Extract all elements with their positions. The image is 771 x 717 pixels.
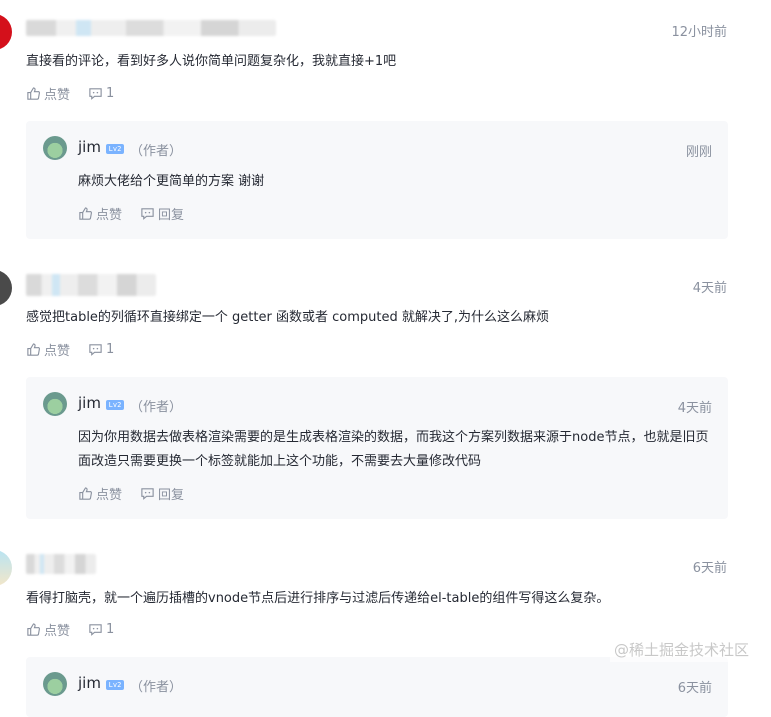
reply-button[interactable]: 回复 <box>140 484 184 503</box>
reply-box: jim Lv2 （作者） 4天前 因为你用数据去做表格渲染需要的是生成表格渲染的… <box>26 377 728 519</box>
comment-bubble-icon <box>141 208 154 220</box>
reply-username[interactable]: jim <box>78 138 101 156</box>
avatar[interactable] <box>0 550 12 586</box>
reply-button[interactable]: 回复 <box>140 204 184 223</box>
avatar[interactable] <box>0 14 12 50</box>
like-button[interactable]: 点赞 <box>26 340 70 359</box>
like-label: 点赞 <box>44 344 71 359</box>
level-badge: Lv2 <box>106 400 124 410</box>
thumbs-up-icon <box>27 623 40 636</box>
watermark: @稀土掘金技术社区 <box>609 637 753 662</box>
comment-2: 4天前 感觉把table的列循环直接绑定一个 getter 函数或者 compu… <box>0 256 771 526</box>
username-blurred[interactable] <box>26 554 96 574</box>
comment-count-button[interactable]: 1 <box>88 622 114 637</box>
reply-username[interactable]: jim <box>78 394 101 412</box>
reply-actions: 点赞 回复 <box>78 484 184 503</box>
avatar[interactable] <box>0 270 12 306</box>
comment-time: 4天前 <box>692 281 727 296</box>
thumbs-up-icon <box>27 87 40 100</box>
comment-bubble-icon <box>89 344 102 356</box>
like-button[interactable]: 点赞 <box>78 204 122 223</box>
reply-actions: 点赞 回复 <box>78 204 184 223</box>
username-blurred[interactable] <box>26 274 156 296</box>
reply-label: 回复 <box>158 488 185 503</box>
username-blurred[interactable] <box>26 20 276 36</box>
comment-actions: 点赞 1 <box>26 340 114 359</box>
comment-count-button[interactable]: 1 <box>88 342 114 357</box>
comment-time: 6天前 <box>692 561 727 576</box>
reply-text: 因为你用数据去做表格渲染需要的是生成表格渲染的数据，而我这个方案列数据来源于no… <box>78 430 709 469</box>
comment-bubble-icon <box>89 624 102 636</box>
reply-username[interactable]: jim <box>78 674 101 692</box>
author-tag: （作者） <box>130 400 183 415</box>
like-button[interactable]: 点赞 <box>78 484 122 503</box>
reply-text: 麻烦大佬给个更简单的方案 谢谢 <box>78 174 265 189</box>
comment-actions: 点赞 1 <box>26 84 114 103</box>
comment-count-button[interactable]: 1 <box>88 86 114 101</box>
like-button[interactable]: 点赞 <box>26 84 70 103</box>
comment-time: 12小时前 <box>671 25 727 40</box>
author-tag: （作者） <box>130 680 183 695</box>
comment-text: 看得打脑壳，就一个遍历插槽的vnode节点后进行排序与过滤后传递给el-tabl… <box>26 591 610 606</box>
comment-count: 1 <box>106 86 115 101</box>
like-button[interactable]: 点赞 <box>26 620 70 639</box>
reply-label: 回复 <box>158 208 185 223</box>
like-label: 点赞 <box>96 208 123 223</box>
reply-box: jim Lv2 （作者） 6天前 <box>26 657 728 717</box>
reply-time: 4天前 <box>677 401 712 416</box>
reply-avatar[interactable] <box>43 392 67 416</box>
reply-avatar[interactable] <box>43 672 67 696</box>
thumbs-up-icon <box>79 487 92 500</box>
comment-bubble-icon <box>141 488 154 500</box>
like-label: 点赞 <box>96 488 123 503</box>
comment-actions: 点赞 1 <box>26 620 114 639</box>
author-tag: （作者） <box>130 144 183 159</box>
comment-bubble-icon <box>89 88 102 100</box>
reply-time: 刚刚 <box>685 145 712 160</box>
thumbs-up-icon <box>27 343 40 356</box>
reply-avatar[interactable] <box>43 136 67 160</box>
reply-box: jim Lv2 （作者） 刚刚 麻烦大佬给个更简单的方案 谢谢 点赞 回复 <box>26 121 728 239</box>
thumbs-up-icon <box>79 207 92 220</box>
comment-text: 直接看的评论，看到好多人说你简单问题复杂化，我就直接+1吧 <box>26 54 397 69</box>
comment-count: 1 <box>106 622 115 637</box>
level-badge: Lv2 <box>106 144 124 154</box>
like-label: 点赞 <box>44 624 71 639</box>
like-label: 点赞 <box>44 88 71 103</box>
comment-count: 1 <box>106 342 115 357</box>
comment-text: 感觉把table的列循环直接绑定一个 getter 函数或者 computed … <box>26 310 549 325</box>
reply-time: 6天前 <box>677 681 712 696</box>
comment-1: 12小时前 直接看的评论，看到好多人说你简单问题复杂化，我就直接+1吧 点赞 1… <box>0 0 771 250</box>
